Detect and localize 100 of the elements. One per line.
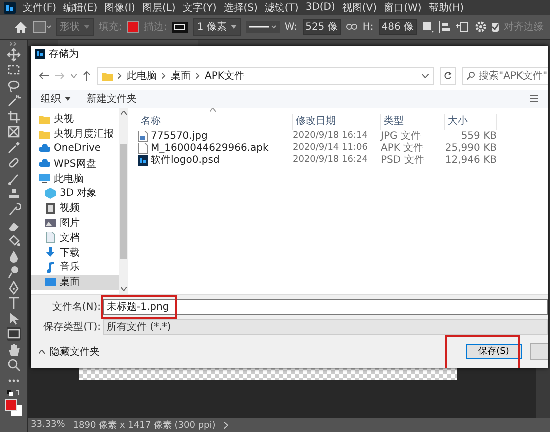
back-arrow-icon[interactable]: [39, 72, 49, 80]
zoom-icon[interactable]: [6, 358, 20, 372]
menu-item[interactable]: 文字(Y): [182, 0, 217, 14]
column-header[interactable]: 类型: [381, 114, 445, 130]
refresh-icon: [444, 72, 452, 80]
frame-icon[interactable]: [6, 125, 20, 140]
bandage-icon[interactable]: [6, 156, 20, 170]
magic-wand-icon[interactable]: [6, 94, 20, 108]
pen-icon[interactable]: [6, 280, 20, 295]
home-icon[interactable]: [14, 20, 28, 34]
hand-icon[interactable]: [6, 342, 20, 357]
nav-item[interactable]: 桌面: [31, 274, 119, 290]
stroke-swatch-icon[interactable]: [172, 22, 188, 32]
menu-item[interactable]: 视图(V): [342, 0, 378, 14]
file-name[interactable]: 软件logo0.psd: [151, 153, 220, 167]
column-header[interactable]: 大小: [445, 114, 497, 130]
tool-preset-icon[interactable]: [33, 21, 51, 33]
eyedropper-icon[interactable]: [6, 140, 20, 155]
file-size: 25,990 KB: [445, 142, 497, 154]
nav-item[interactable]: 3D 对象: [31, 186, 119, 201]
search-field[interactable]: 搜索"APK文件": [462, 67, 548, 85]
nav-item[interactable]: WPS网盘: [31, 156, 119, 172]
menu-item[interactable]: 帮助(H): [428, 0, 464, 14]
dropdown-caret-icon[interactable]: [422, 74, 429, 78]
menu-item[interactable]: 滤镜(T): [264, 0, 299, 14]
breadcrumb-item[interactable]: APK文件: [205, 69, 244, 83]
menu-item[interactable]: 窗口(W): [384, 0, 422, 14]
nav-item[interactable]: 视频: [31, 200, 119, 216]
marquee-icon[interactable]: [6, 63, 20, 78]
rectangle-icon[interactable]: [6, 327, 20, 342]
width-field[interactable]: 525 像: [302, 19, 341, 35]
collapse-icon[interactable]: [10, 42, 18, 46]
menu-item[interactable]: 选择(S): [224, 0, 258, 14]
scroll-up-icon[interactable]: [120, 111, 126, 115]
lasso-icon[interactable]: [6, 78, 20, 93]
folder-icon: [39, 114, 50, 125]
music-icon: [45, 262, 56, 273]
column-header[interactable]: 名称: [138, 114, 293, 130]
scroll-thumb[interactable]: [120, 144, 127, 258]
cloud-icon: [39, 143, 50, 154]
align-edges-checkbox[interactable]: [492, 22, 499, 32]
file-type-dropdown[interactable]: 所有文件 (*.*): [103, 319, 548, 335]
type-icon[interactable]: [6, 296, 20, 310]
hide-folders-toggle[interactable]: 隐藏文件夹: [39, 344, 466, 358]
column-header[interactable]: 修改日期: [293, 114, 381, 130]
align-icon[interactable]: [439, 21, 451, 33]
chevron-right-icon: [118, 73, 122, 79]
new-folder-button[interactable]: 新建文件夹: [87, 92, 137, 106]
up-arrow-icon[interactable]: [83, 71, 91, 81]
color-swatches-icon[interactable]: [4, 399, 22, 418]
file-name[interactable]: 775570.jpg: [151, 130, 208, 142]
caret-icon[interactable]: [71, 74, 77, 78]
view-options-icon[interactable]: [530, 95, 538, 103]
checkmark-icon: [492, 24, 499, 30]
search-placeholder: 搜索"APK文件": [479, 70, 548, 83]
zoom-level[interactable]: 33.33%: [31, 420, 66, 430]
caret-icon: [230, 25, 237, 29]
move-icon[interactable]: [6, 48, 20, 62]
nav-item[interactable]: 文档: [31, 230, 119, 246]
bucket-icon[interactable]: [6, 234, 20, 248]
menu-item[interactable]: 图层(L): [142, 0, 176, 14]
photoshop-logo-icon[interactable]: [4, 2, 16, 14]
file-name[interactable]: M_1600044629966.apk: [151, 142, 269, 154]
breadcrumb-item[interactable]: 此电脑: [127, 69, 157, 83]
chevron-right-icon[interactable]: [224, 422, 228, 428]
menu-item[interactable]: 图像(I): [104, 0, 136, 14]
fill-swatch[interactable]: [127, 21, 139, 33]
picture-icon: [45, 217, 56, 228]
scroll-down-icon[interactable]: [120, 287, 126, 291]
chevron-right-icon: [196, 73, 200, 79]
nav-item[interactable]: 央视月度汇报: [31, 126, 119, 142]
nav-item[interactable]: 下载: [31, 245, 119, 260]
nav-item[interactable]: 央视: [31, 112, 119, 127]
photoshop-logo-icon: [35, 49, 45, 59]
chevron-right-icon: [162, 73, 166, 79]
history-brush-icon[interactable]: [6, 203, 20, 218]
height-field[interactable]: 486 像: [378, 19, 417, 35]
address-bar[interactable]: 此电脑 桌面 APK文件: [97, 67, 434, 85]
caret-icon: [84, 25, 90, 29]
refresh-button[interactable]: [440, 67, 456, 85]
nav-item[interactable]: OneDrive: [31, 142, 119, 156]
link-icon[interactable]: [346, 23, 358, 31]
photoshop-file-icon: [138, 154, 148, 166]
menu-item[interactable]: 编辑(E): [64, 0, 98, 14]
settings-icon[interactable]: [475, 21, 487, 33]
file-name-field[interactable]: 未标题-1.png: [103, 299, 548, 315]
swap-colors-icon[interactable]: [6, 390, 20, 398]
file-type: JPG 文件: [381, 130, 422, 142]
organize-menu[interactable]: 组织: [41, 92, 71, 106]
line-style-dropdown[interactable]: [246, 21, 280, 33]
nav-item[interactable]: 图片: [31, 216, 119, 230]
nav-item[interactable]: 音乐: [31, 260, 119, 275]
dodge-icon[interactable]: [6, 265, 20, 280]
menu-item[interactable]: 3D(D): [306, 2, 336, 13]
save-button[interactable]: 保存(S): [466, 344, 522, 359]
menu-item[interactable]: 文件(F): [23, 0, 57, 14]
breadcrumb-item[interactable]: 桌面: [171, 69, 191, 83]
nav-item[interactable]: 此电脑: [31, 171, 119, 186]
crop-icon[interactable]: [6, 110, 20, 124]
stroke-width-dropdown[interactable]: 1 像素: [193, 18, 241, 36]
